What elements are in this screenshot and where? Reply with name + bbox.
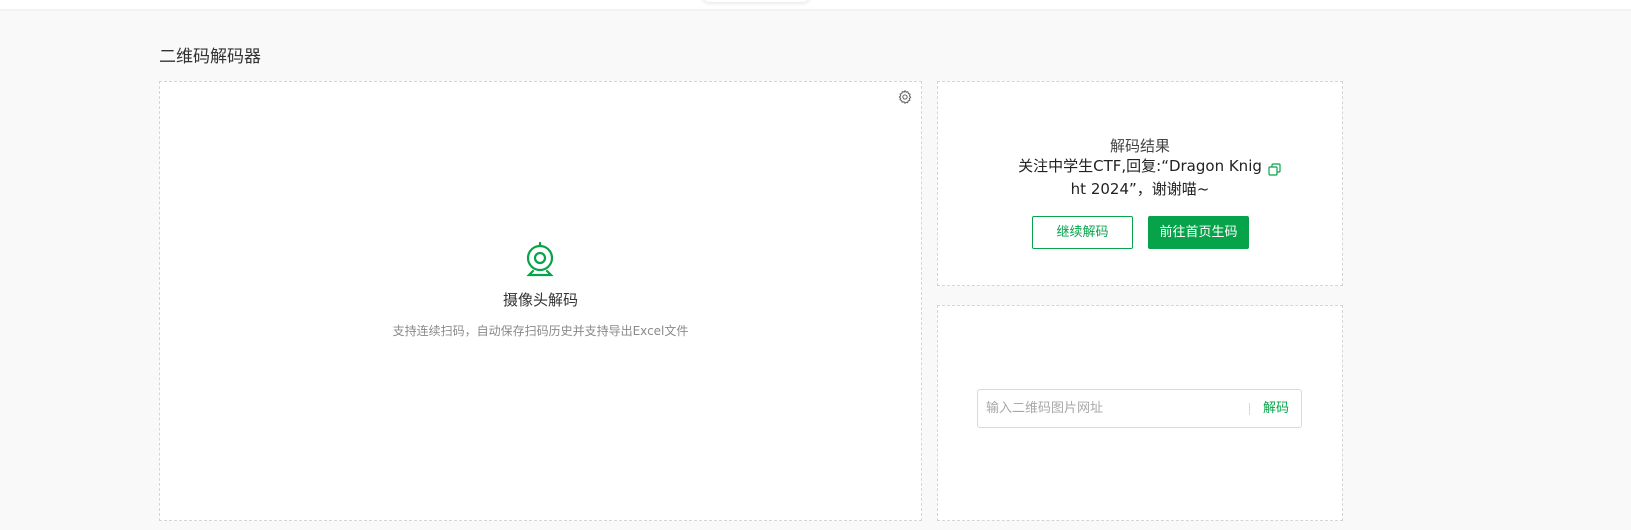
url-decode-panel: 解码 <box>937 305 1343 521</box>
camera-decode-title[interactable]: 摄像头解码 <box>160 289 921 311</box>
go-home-generate-button[interactable]: 前往首页生码 <box>1148 216 1249 249</box>
url-input-group: 解码 <box>977 389 1302 428</box>
result-text-block: 关注中学生CTF,回复:“Dragon Knight 2024”，谢谢喵~ <box>1014 155 1266 201</box>
result-label: 解码结果 <box>1109 137 1170 155</box>
gear-icon[interactable] <box>897 89 913 105</box>
camera-decode-panel[interactable]: 摄像头解码 支持连续扫码，自动保存扫码历史并支持导出Excel文件 <box>159 81 922 521</box>
top-dropdown-tab[interactable] <box>703 0 809 2</box>
result-text: 关注中学生CTF,回复:“Dragon Knight 2024”，谢谢喵~ <box>1018 157 1262 198</box>
webcam-icon[interactable] <box>525 241 555 277</box>
camera-decode-description: 支持连续扫码，自动保存扫码历史并支持导出Excel文件 <box>392 324 689 338</box>
decode-result-panel: 解码结果 关注中学生CTF,回复:“Dragon Knight 2024”，谢谢… <box>937 81 1343 286</box>
copy-icon[interactable] <box>1268 161 1281 176</box>
image-url-input[interactable] <box>978 390 1243 427</box>
page-title: 二维码解码器 <box>159 47 261 67</box>
url-decode-button[interactable]: 解码 <box>1250 390 1302 427</box>
continue-decode-button[interactable]: 继续解码 <box>1032 216 1133 249</box>
top-bar <box>0 0 1631 9</box>
